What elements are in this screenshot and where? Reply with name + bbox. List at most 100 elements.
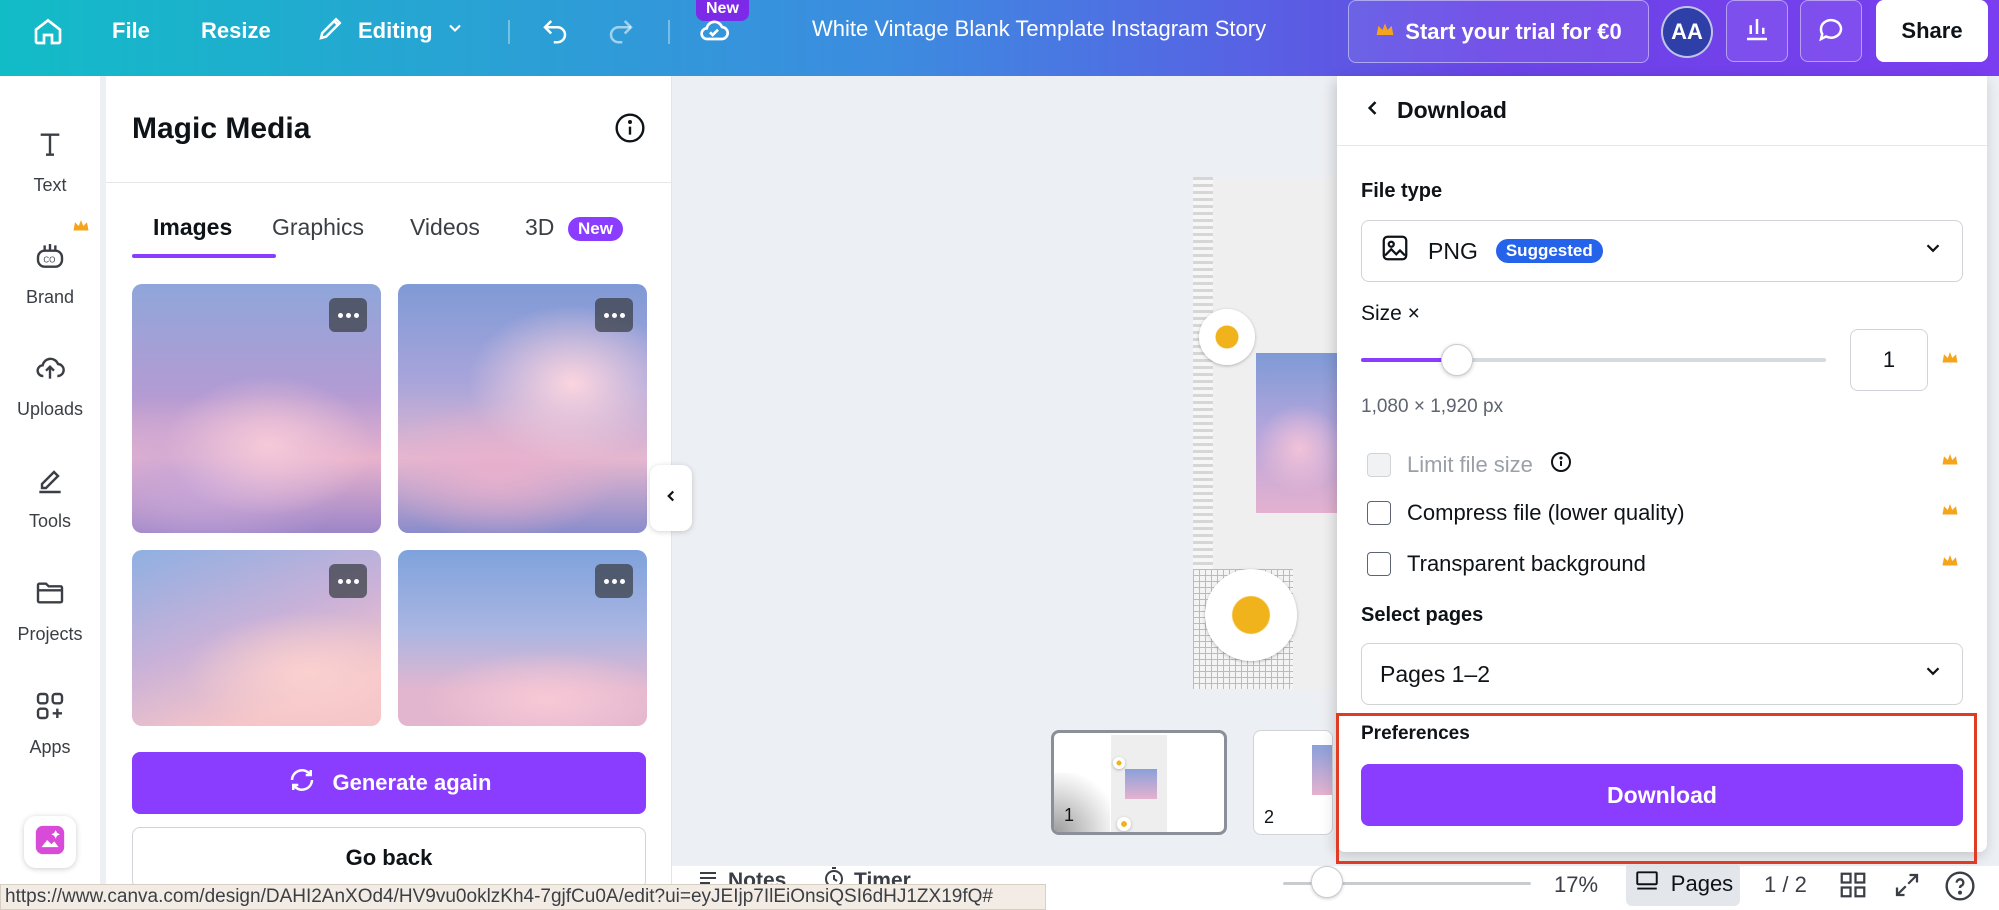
crown-icon bbox=[1375, 19, 1395, 45]
side-rail: Text CO Brand Uploads Tools Projects App… bbox=[0, 76, 100, 910]
rail-item-tools[interactable]: Tools bbox=[0, 464, 100, 532]
download-header: Download bbox=[1337, 76, 1987, 146]
bar-chart-icon bbox=[1742, 14, 1772, 49]
generate-again-label: Generate again bbox=[332, 770, 492, 795]
tab-videos[interactable]: Videos bbox=[410, 214, 480, 241]
generated-image[interactable] bbox=[132, 284, 381, 533]
document-title[interactable]: White Vintage Blank Template Instagram S… bbox=[812, 16, 1266, 42]
design-canvas-page[interactable] bbox=[1193, 177, 1343, 689]
rail-item-uploads[interactable]: Uploads bbox=[0, 352, 100, 420]
info-icon[interactable] bbox=[1549, 450, 1573, 480]
crown-icon bbox=[1941, 502, 1959, 523]
home-icon[interactable] bbox=[32, 0, 64, 62]
start-trial-button[interactable]: Start your trial for €0 bbox=[1348, 0, 1649, 63]
brand-icon: CO bbox=[34, 240, 66, 277]
folder-icon bbox=[34, 577, 66, 614]
active-tab-indicator bbox=[132, 254, 276, 258]
preferences-label[interactable]: Preferences bbox=[1361, 723, 1470, 745]
generated-image[interactable] bbox=[398, 284, 647, 533]
tab-images[interactable]: Images bbox=[153, 214, 232, 241]
generate-again-button[interactable]: Generate again bbox=[132, 752, 646, 814]
grid-view-icon[interactable] bbox=[1838, 870, 1868, 905]
pages-select[interactable]: Pages 1–2 bbox=[1361, 643, 1963, 705]
undo-icon[interactable] bbox=[538, 0, 572, 62]
redo-icon[interactable] bbox=[604, 0, 638, 62]
more-options-button[interactable] bbox=[329, 298, 367, 332]
svg-text:CO: CO bbox=[43, 256, 55, 265]
image-icon bbox=[1380, 233, 1410, 269]
avatar[interactable]: AA bbox=[1661, 6, 1713, 58]
cloud-saved-icon[interactable] bbox=[696, 0, 732, 62]
file-menu[interactable]: File bbox=[112, 0, 150, 62]
transparent-background-option[interactable]: Transparent background bbox=[1367, 551, 1646, 577]
transparent-background-checkbox[interactable] bbox=[1367, 552, 1391, 576]
toolbar-divider bbox=[668, 20, 670, 44]
suggested-badge: Suggested bbox=[1495, 239, 1603, 263]
cloud-upload-icon bbox=[33, 352, 67, 389]
compress-file-option[interactable]: Compress file (lower quality) bbox=[1367, 500, 1685, 526]
chevron-down-icon bbox=[445, 18, 465, 44]
crown-icon bbox=[1941, 452, 1959, 473]
download-title: Download bbox=[1397, 97, 1507, 123]
rail-item-text[interactable]: Text bbox=[0, 128, 100, 196]
option-label: Limit file size bbox=[1407, 452, 1533, 477]
select-pages-label: Select pages bbox=[1361, 604, 1484, 626]
zoom-level[interactable]: 17% bbox=[1554, 872, 1598, 898]
go-back-button[interactable]: Go back bbox=[132, 827, 646, 889]
limit-file-size-checkbox[interactable] bbox=[1367, 453, 1391, 477]
start-trial-label: Start your trial for €0 bbox=[1405, 18, 1622, 44]
page-number: 2 bbox=[1264, 807, 1275, 827]
size-slider-handle[interactable] bbox=[1441, 344, 1473, 376]
size-input[interactable]: 1 bbox=[1850, 329, 1928, 391]
canvas-cloud-photo[interactable] bbox=[1256, 353, 1343, 513]
rail-item-brand[interactable]: CO Brand bbox=[0, 240, 100, 308]
crown-icon bbox=[1941, 553, 1959, 574]
page-thumbnail[interactable]: 1 bbox=[1051, 730, 1227, 835]
zoom-slider-handle[interactable] bbox=[1311, 866, 1343, 898]
page-preview-shadow bbox=[1054, 773, 1110, 832]
comment-icon bbox=[1816, 14, 1846, 49]
chevron-left-icon bbox=[662, 487, 680, 510]
rail-item-projects[interactable]: Projects bbox=[0, 577, 100, 645]
daisy-sticker bbox=[1117, 817, 1131, 831]
generated-image[interactable] bbox=[398, 550, 647, 726]
magic-media-icon bbox=[33, 823, 67, 862]
limit-file-size-option[interactable]: Limit file size bbox=[1367, 450, 1573, 480]
tab-3d[interactable]: 3D bbox=[525, 214, 554, 241]
collapse-panel-button[interactable] bbox=[650, 465, 692, 531]
panel-divider bbox=[106, 182, 672, 183]
daisy-sticker[interactable] bbox=[1199, 309, 1255, 365]
more-options-button[interactable] bbox=[329, 564, 367, 598]
rail-label: Uploads bbox=[16, 399, 84, 419]
generated-image[interactable] bbox=[132, 550, 381, 726]
pen-icon bbox=[34, 464, 66, 501]
tab-graphics[interactable]: Graphics bbox=[272, 214, 364, 241]
page-number: 1 bbox=[1064, 805, 1075, 825]
file-type-select[interactable]: PNG Suggested bbox=[1361, 220, 1963, 282]
help-icon[interactable] bbox=[1944, 870, 1976, 907]
apps-icon bbox=[34, 690, 66, 727]
fullscreen-icon[interactable] bbox=[1892, 870, 1922, 905]
pages-button[interactable]: Pages bbox=[1626, 862, 1740, 906]
page-thumbnail[interactable]: 2 bbox=[1253, 730, 1333, 835]
chevron-down-icon bbox=[1922, 660, 1944, 688]
insights-button[interactable] bbox=[1726, 0, 1788, 62]
info-icon[interactable] bbox=[614, 112, 646, 149]
pages-icon bbox=[1633, 868, 1661, 900]
download-button[interactable]: Download bbox=[1361, 764, 1963, 826]
rail-label: Apps bbox=[29, 737, 71, 757]
more-options-button[interactable] bbox=[595, 564, 633, 598]
back-arrow-icon[interactable] bbox=[1363, 97, 1383, 124]
comments-button[interactable] bbox=[1800, 0, 1862, 62]
magic-media-app-button[interactable] bbox=[24, 816, 76, 868]
resize-button[interactable]: Resize bbox=[201, 0, 271, 62]
editing-mode-button[interactable]: Editing bbox=[316, 0, 465, 62]
rail-item-apps[interactable]: Apps bbox=[0, 690, 100, 758]
rail-label: Projects bbox=[17, 624, 83, 644]
daisy-sticker[interactable] bbox=[1205, 569, 1297, 661]
compress-file-checkbox[interactable] bbox=[1367, 501, 1391, 525]
share-button[interactable]: Share bbox=[1876, 0, 1988, 62]
rail-label: Brand bbox=[25, 287, 75, 307]
more-options-button[interactable] bbox=[595, 298, 633, 332]
toolbar-divider bbox=[508, 20, 510, 44]
